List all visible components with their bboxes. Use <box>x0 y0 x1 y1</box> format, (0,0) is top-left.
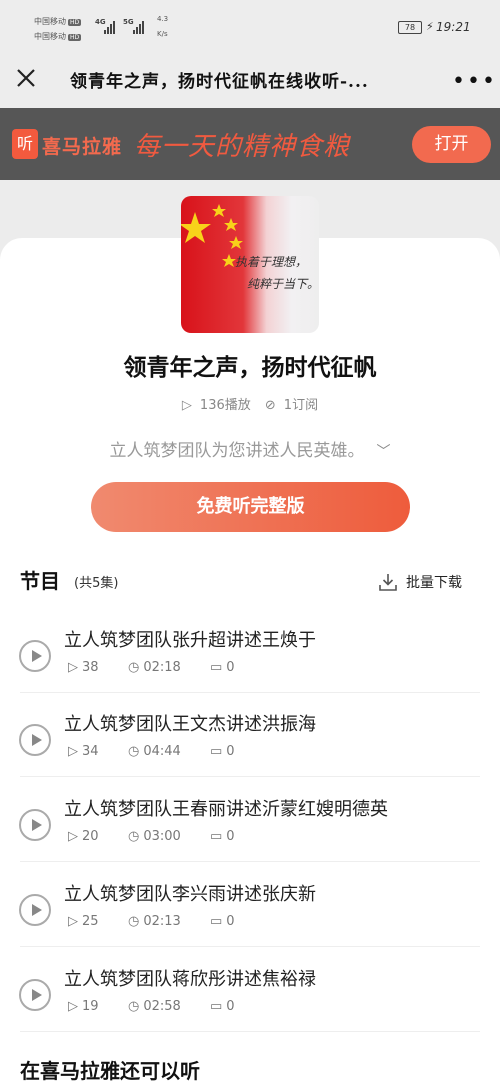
episode-comments: 0 <box>226 744 235 759</box>
play-icon[interactable] <box>19 894 51 926</box>
album-description[interactable]: 立人筑梦团队为您讲述人民英雄。 ﹀ <box>0 436 500 461</box>
play-count: 136播放 <box>199 398 251 413</box>
album-cover-image: 执着于理想， 纯粹于当下。 <box>181 196 319 333</box>
comment-icon: ▭ <box>210 999 223 1014</box>
more-icon[interactable]: ••• <box>452 69 497 94</box>
episode-item[interactable]: 立人筑梦团队李兴雨讲述张庆新 ▷ 25 ◷ 02:13 ▭ 0 <box>0 862 500 947</box>
episode-plays: 38 <box>82 660 99 675</box>
chevron-down-icon[interactable]: ﹀ <box>377 441 391 461</box>
clock-icon: ◷ <box>128 744 140 759</box>
signal-icon <box>104 18 115 34</box>
more-to-listen-heading: 在喜马拉雅还可以听 <box>20 1059 200 1083</box>
episode-item[interactable]: 立人筑梦团队王文杰讲述洪振海 ▷ 34 ◷ 04:44 ▭ 0 <box>0 692 500 777</box>
episode-meta: ▷ 20 ◷ 03:00 ▭ 0 <box>68 829 235 844</box>
episode-duration: 04:44 <box>143 744 181 759</box>
episode-item[interactable]: 立人筑梦团队王春丽讲述沂蒙红嫂明德英 ▷ 20 ◷ 03:00 ▭ 0 <box>0 777 500 862</box>
play-count-icon: ▷ <box>68 914 78 929</box>
subscriber-count: 1订阅 <box>283 398 319 413</box>
close-icon[interactable] <box>14 66 38 90</box>
episode-item[interactable]: 立人筑梦团队张升超讲述王焕于 ▷ 38 ◷ 02:18 ▭ 0 <box>0 608 500 693</box>
play-count-icon: ▷ <box>181 398 192 413</box>
episode-meta: ▷ 38 ◷ 02:18 ▭ 0 <box>68 660 235 675</box>
page-title: 领青年之声，扬时代征帆在线收听-... <box>70 72 369 92</box>
clock-icon: ◷ <box>128 914 140 929</box>
episode-comments: 0 <box>226 660 235 675</box>
episode-comments: 0 <box>226 914 235 929</box>
play-icon[interactable] <box>19 724 51 756</box>
play-count-icon: ▷ <box>68 999 78 1014</box>
episodes-count: (共5集) <box>74 576 119 591</box>
divider <box>20 1031 480 1032</box>
play-count-icon: ▷ <box>68 744 78 759</box>
play-count-icon: ▷ <box>68 829 78 844</box>
episode-plays: 20 <box>82 829 99 844</box>
play-icon[interactable] <box>19 809 51 841</box>
download-icon <box>379 574 397 591</box>
batch-download-button[interactable]: 批量下载 <box>378 572 462 592</box>
batch-download-label: 批量下载 <box>406 575 462 591</box>
clock-icon: ◷ <box>128 829 140 844</box>
episode-duration: 02:13 <box>143 914 181 929</box>
play-count-icon: ▷ <box>68 660 78 675</box>
episode-item[interactable]: 立人筑梦团队蒋欣彤讲述焦裕禄 ▷ 19 ◷ 02:58 ▭ 0 <box>0 947 500 1032</box>
cover-text-line-2: 纯粹于当下。 <box>247 277 319 291</box>
clock: 19:21 <box>436 20 471 34</box>
episode-meta: ▷ 19 ◷ 02:58 ▭ 0 <box>68 999 235 1014</box>
episode-plays: 19 <box>82 999 99 1014</box>
clock-icon: ◷ <box>128 999 140 1014</box>
album-title: 领青年之声，扬时代征帆 <box>123 355 377 381</box>
comment-icon: ▭ <box>210 829 223 844</box>
network-speed-value: 4.3 <box>157 15 169 23</box>
album-description-text: 立人筑梦团队为您讲述人民英雄。 <box>109 441 365 461</box>
banner-slogan: 每一天的精神食粮 <box>134 132 351 162</box>
episode-meta: ▷ 25 ◷ 02:13 ▭ 0 <box>68 914 235 929</box>
signal-icon <box>133 18 144 34</box>
status-bar: 中国移动 HD 中国移动 HD 4G 5G 4.3 K/s 78 ⚡ 19:21 <box>0 0 500 52</box>
comment-icon: ▭ <box>210 660 223 675</box>
app-logo-icon: 听 <box>12 129 38 159</box>
episode-plays: 25 <box>82 914 99 929</box>
episode-duration: 02:58 <box>143 999 181 1014</box>
clock-icon: ◷ <box>128 660 140 675</box>
episode-duration: 02:18 <box>143 660 181 675</box>
episode-plays: 34 <box>82 744 99 759</box>
episode-title: 立人筑梦团队王文杰讲述洪振海 <box>64 714 316 735</box>
episode-title: 立人筑梦团队蒋欣彤讲述焦裕禄 <box>64 969 316 990</box>
charging-icon: ⚡ <box>426 20 434 33</box>
episode-title: 立人筑梦团队李兴雨讲述张庆新 <box>64 884 316 905</box>
title-bar: 领青年之声，扬时代征帆在线收听-... ••• <box>0 52 500 108</box>
episode-comments: 0 <box>226 999 235 1014</box>
episode-meta: ▷ 34 ◷ 04:44 ▭ 0 <box>68 744 235 759</box>
open-app-button[interactable]: 打开 <box>412 126 491 163</box>
episode-title: 立人筑梦团队王春丽讲述沂蒙红嫂明德英 <box>64 799 388 820</box>
play-icon[interactable] <box>19 640 51 672</box>
comment-icon: ▭ <box>210 914 223 929</box>
episode-comments: 0 <box>226 829 235 844</box>
subscribe-icon: ⊘ <box>264 398 276 413</box>
network-speed-unit: K/s <box>157 30 168 38</box>
free-listen-button[interactable]: 免费听完整版 <box>91 482 410 532</box>
episodes-heading: 节目 <box>20 569 60 593</box>
battery-indicator: 78 <box>398 21 422 34</box>
app-logo-text: 喜马拉雅 <box>42 136 123 158</box>
album-stats: ▷ 136播放 ⊘ 1订阅 <box>0 394 500 413</box>
cover-text-line-1: 执着于理想， <box>235 255 307 269</box>
episode-duration: 03:00 <box>143 829 181 844</box>
carrier-1: 中国移动 HD <box>34 17 82 26</box>
comment-icon: ▭ <box>210 744 223 759</box>
play-icon[interactable] <box>19 979 51 1011</box>
episode-title: 立人筑梦团队张升超讲述王焕于 <box>64 630 316 651</box>
carrier-2: 中国移动 HD <box>34 32 82 41</box>
